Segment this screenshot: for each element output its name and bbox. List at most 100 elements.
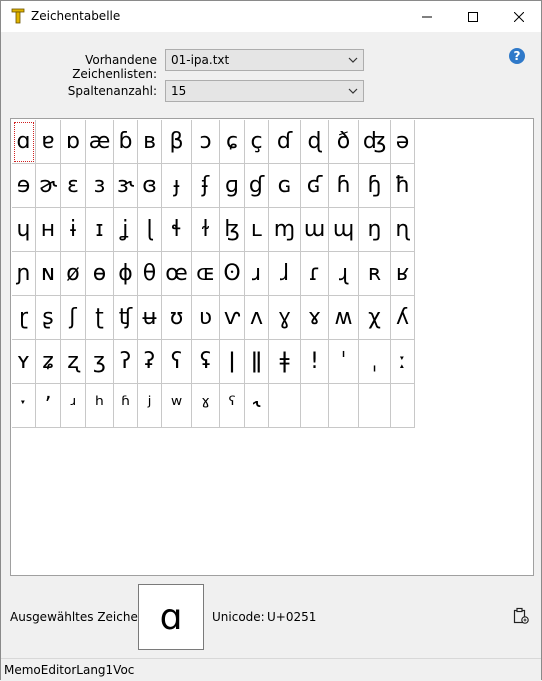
grid-cell[interactable]: ʱ [114,384,138,428]
grid-cell[interactable]: ʼ [36,384,61,428]
grid-cell[interactable]: ɓ [114,120,138,164]
grid-cell[interactable]: ˑ [12,384,36,428]
grid-cell[interactable]: ʌ [245,296,269,340]
grid-cell[interactable]: ʐ [61,340,86,384]
grid-cell[interactable]: ʢ [192,340,220,384]
grid-cell[interactable]: ŋ [359,208,391,252]
clipboard-icon[interactable] [512,607,530,625]
grid-cell[interactable]: ʏ [12,340,36,384]
grid-cell[interactable]: ɠ [245,164,269,208]
grid-cell[interactable]: ɱ [269,208,301,252]
grid-cell[interactable]: ç [245,120,269,164]
grid-cell[interactable]: ʡ [138,340,162,384]
grid-cell[interactable]: ɟ [162,164,192,208]
grid-cell[interactable]: ʛ [301,164,329,208]
grid-cell[interactable]: ɗ [269,120,301,164]
grid-cell[interactable]: ʜ [36,208,61,252]
grid-cell[interactable]: ː [391,340,415,384]
minimize-button[interactable] [404,1,450,32]
grid-cell[interactable]: ɳ [391,208,415,252]
grid-cell[interactable]: ˞ [245,384,269,428]
grid-cell[interactable]: ǁ [245,340,269,384]
grid-cell[interactable]: ʘ [220,252,245,296]
grid-cell[interactable]: ʔ [114,340,138,384]
title-bar[interactable]: Zeichentabelle [1,1,541,32]
grid-cell[interactable]: ʋ [192,296,220,340]
grid-cell[interactable]: ɵ [86,252,114,296]
grid-cell[interactable]: ɮ [220,208,245,252]
grid-cell[interactable]: ɚ [36,164,61,208]
grid-cell[interactable]: ɛ [61,164,86,208]
grid-cell[interactable]: ˠ [192,384,220,428]
grid-cell[interactable]: ˤ [220,384,245,428]
grid-cell[interactable]: ɬ [162,208,192,252]
grid-cell[interactable]: θ [138,252,162,296]
grid-cell[interactable]: ɑ [12,120,36,164]
grid-cell[interactable]: ʂ [36,296,61,340]
grid-cell[interactable]: ʉ [138,296,162,340]
grid-cell[interactable]: ɭ [138,208,162,252]
grid-cell[interactable]: ʙ [138,120,162,164]
grid-cell[interactable]: ʎ [391,296,415,340]
grid-cell[interactable]: ɡ [220,164,245,208]
grid-cell[interactable]: ʲ [138,384,162,428]
grid-cell[interactable]: ɔ [192,120,220,164]
grid-cell[interactable]: ʧ [114,296,138,340]
grid-cell[interactable]: ɸ [114,252,138,296]
grid-cell[interactable]: ɪ [86,208,114,252]
grid-cell[interactable]: ɻ [329,252,359,296]
grid-cell[interactable]: ʊ [162,296,192,340]
grid-cell[interactable]: ɾ [301,252,329,296]
grid-cell[interactable]: ˈ [329,340,359,384]
grid-cell[interactable]: ø [61,252,86,296]
grid-cell[interactable]: ʷ [162,384,192,428]
grid-cell[interactable]: ə [391,120,415,164]
grid-cell[interactable]: ɯ [301,208,329,252]
grid-cell[interactable]: ɹ [245,252,269,296]
grid-cell[interactable]: œ [162,252,192,296]
grid-cell[interactable]: ɝ [114,164,138,208]
grid-cell[interactable]: ʰ [86,384,114,428]
grid-cell[interactable]: ʄ [192,164,220,208]
grid-cell[interactable]: ɲ [12,252,36,296]
grid-cell[interactable]: ɺ [269,252,301,296]
lists-dropdown[interactable]: 01-ipa.txt [165,49,364,71]
grid-cell[interactable]: ʁ [391,252,415,296]
help-icon[interactable]: ? [509,48,525,64]
grid-cell[interactable]: ǂ [269,340,301,384]
grid-cell[interactable]: ʃ [61,296,86,340]
grid-cell[interactable]: ɴ [36,252,61,296]
grid-cell[interactable]: ɥ [12,208,36,252]
grid-cell[interactable]: ɕ [220,120,245,164]
columns-dropdown[interactable]: 15 [165,80,364,102]
grid-cell[interactable]: ɦ [329,164,359,208]
grid-cell[interactable]: ǀ [220,340,245,384]
grid-cell[interactable]: ɞ [138,164,162,208]
grid-cell[interactable]: ɨ [61,208,86,252]
grid-cell[interactable]: ɫ [192,208,220,252]
grid-cell[interactable]: ʀ [359,252,391,296]
grid-cell[interactable]: ǃ [301,340,329,384]
grid-cell[interactable]: ʒ [86,340,114,384]
close-button[interactable] [496,1,542,32]
grid-cell[interactable]: æ [86,120,114,164]
grid-cell[interactable]: ʍ [329,296,359,340]
grid-cell[interactable]: ɜ [86,164,114,208]
grid-cell[interactable]: ɐ [36,120,61,164]
grid-cell[interactable]: ʴ [61,384,86,428]
grid-cell[interactable]: ɖ [301,120,329,164]
grid-cell[interactable]: β [162,120,192,164]
grid-cell[interactable]: ʕ [162,340,192,384]
grid-cell[interactable]: ɣ [269,296,301,340]
grid-cell[interactable]: ⱱ [220,296,245,340]
grid-cell[interactable]: ʈ [86,296,114,340]
grid-cell[interactable]: ɢ [269,164,301,208]
grid-cell[interactable]: ɽ [12,296,36,340]
grid-cell[interactable]: χ [359,296,391,340]
grid-cell[interactable]: ð [329,120,359,164]
grid-cell[interactable]: ɘ [12,164,36,208]
grid-cell[interactable]: ɰ [329,208,359,252]
grid-cell[interactable]: ˌ [359,340,391,384]
grid-cell[interactable]: ʑ [36,340,61,384]
grid-cell[interactable]: ħ [391,164,415,208]
